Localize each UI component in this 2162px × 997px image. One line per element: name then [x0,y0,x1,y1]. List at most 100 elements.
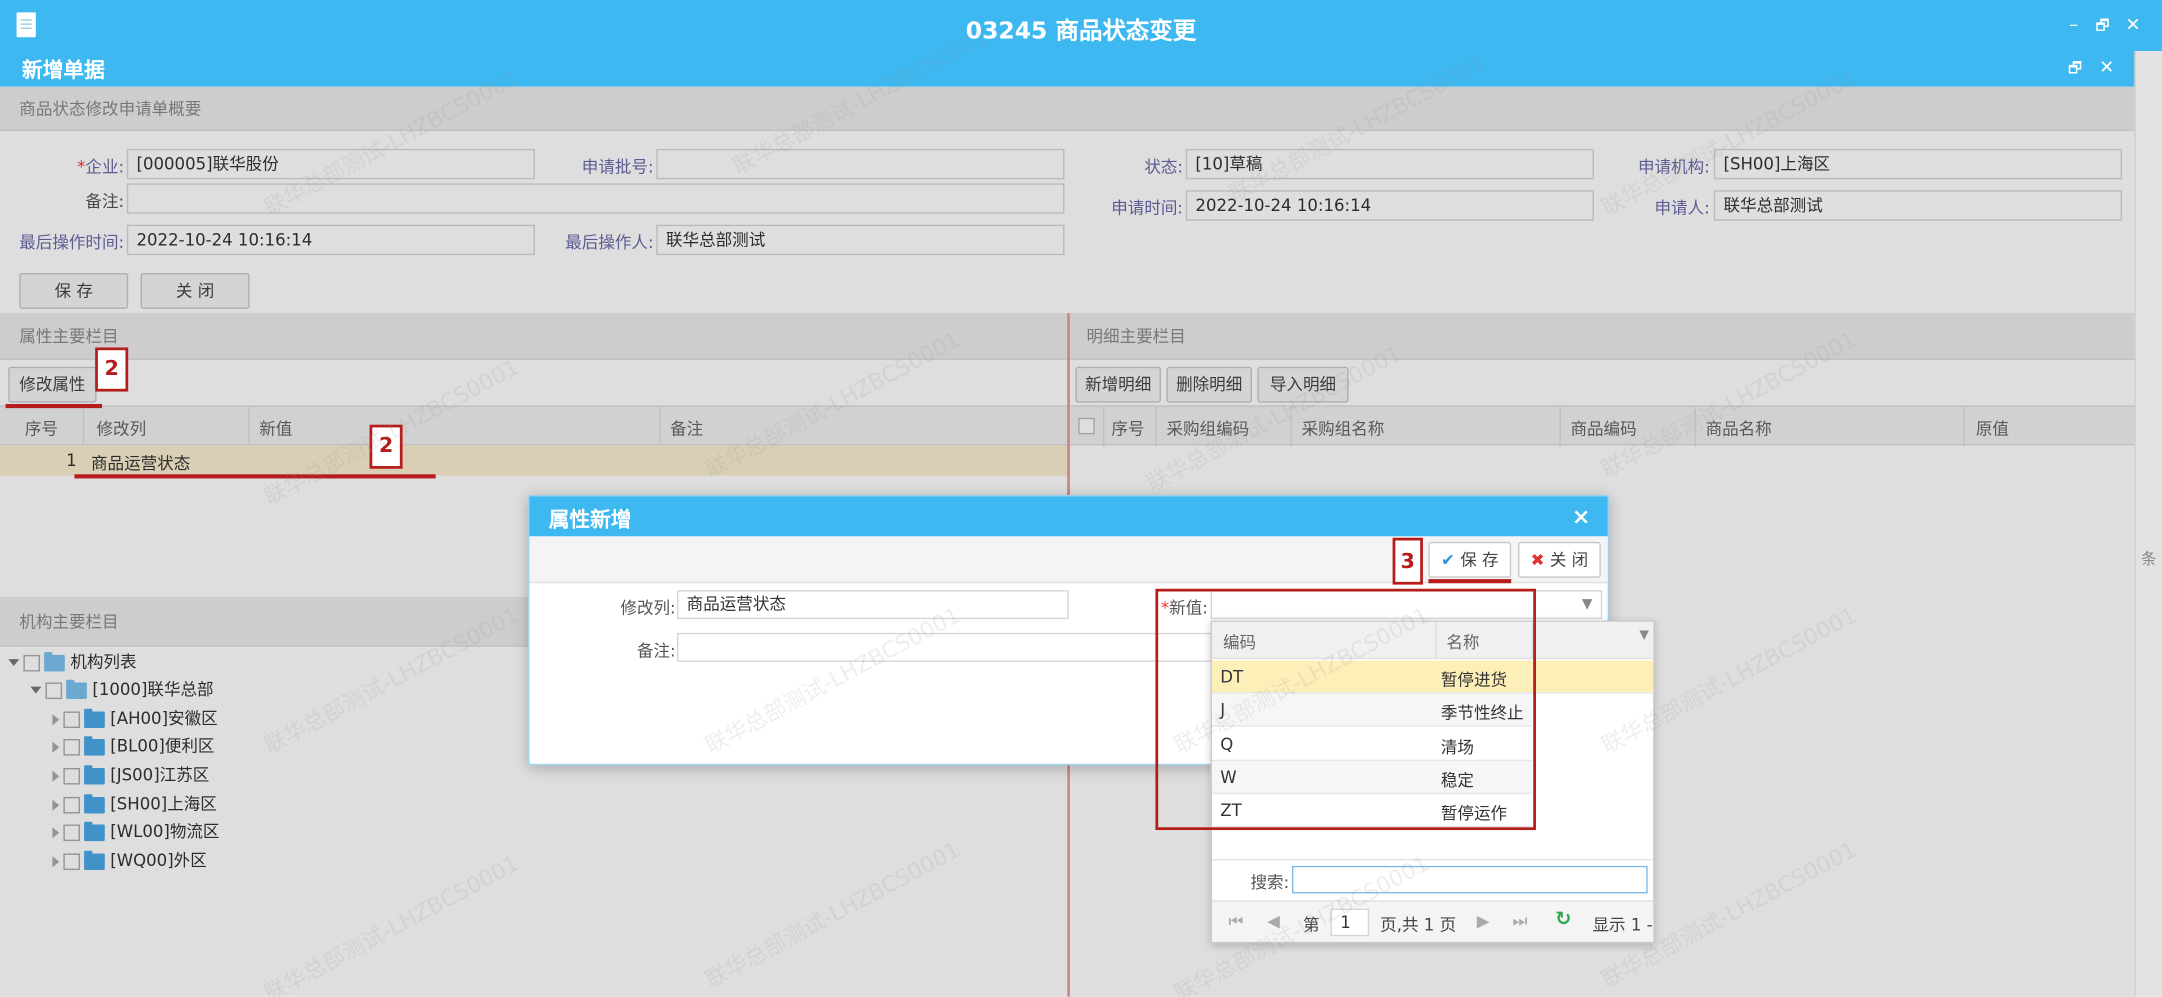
dialog-header: 属性新增 × [529,496,1608,537]
tree-node-hq[interactable]: [1000]联华总部 [30,677,214,702]
tree-item-label: [BL00]便利区 [110,736,215,756]
detail-col-goods-code: 商品编码 [1570,419,1637,439]
tree-node-ah00[interactable]: [AH00]安徽区 [52,706,218,731]
tree-item-label: [JS00]江苏区 [110,765,210,785]
attr-col-index: 序号 [24,419,58,439]
annotation-underline-modify [5,403,103,409]
tree-node-wq00[interactable]: [WQ00]外区 [52,848,207,873]
import-detail-button[interactable]: 导入明细 [1257,366,1349,403]
detail-col-group-code: 采购组编码 [1166,419,1250,439]
dialog-save-button[interactable]: ✔ 保 存 [1428,541,1512,578]
tree-root[interactable]: 机构列表 [8,649,137,674]
row-index: 1 [66,450,77,471]
dialog-close-label: 关 闭 [1549,550,1589,570]
expand-icon[interactable] [8,659,20,666]
collapse-icon[interactable] [52,855,60,867]
row-column: 商品运营状态 [91,453,191,473]
last-op-user-label: 最后操作人: [565,233,654,253]
collapse-icon[interactable] [52,799,60,811]
tree-checkbox[interactable] [63,738,80,755]
annotation-box-dropdown [1155,588,1536,831]
dropdown-search-input[interactable] [1291,865,1648,894]
form-titlebar: 新增单据 🗗 ✕ [0,51,2135,87]
org-field[interactable]: [SH00]上海区 [1713,148,2122,180]
detail-col-original: 原值 [1975,419,2009,439]
apply-time-label: 申请时间: [1111,198,1184,218]
summary-save-button[interactable]: 保 存 [19,273,129,309]
close-icon[interactable]: ✕ [2122,15,2144,37]
refresh-icon[interactable]: ↻ [1555,909,1571,931]
collapse-icon[interactable] [52,713,60,725]
add-detail-button[interactable]: 新增明细 [1075,366,1161,403]
dialog-remark-field[interactable] [676,632,1215,662]
tree-checkbox[interactable] [63,823,80,841]
apply-time-field[interactable]: 2022-10-24 10:16:14 [1185,190,1594,221]
tree-checkbox[interactable] [45,681,63,699]
table-row[interactable]: 1 商品运营状态 [0,445,1069,476]
attr-col-remark: 备注 [670,419,704,439]
batch-label: 申请批号: [581,157,654,177]
attr-col-new-value: 新值 [259,419,293,439]
form-restore-icon[interactable]: 🗗 [2064,58,2086,80]
dropdown-pager: ⏮ ◀ 第 1 页,共 1 页 ▶ ⏭ ↻ 显示 1 - [1211,900,1654,942]
annotation-badge-2a: 2 [95,347,129,392]
folder-icon [84,735,105,755]
check-icon: ✔ [1441,550,1455,570]
dialog-save-label: 保 存 [1460,550,1499,570]
prev-page-icon[interactable]: ◀ [1267,911,1280,930]
dialog-remark-label: 备注: [636,641,676,661]
dialog-close-button[interactable]: ✖ 关 闭 [1518,541,1601,578]
tree-node-sh00[interactable]: [SH00]上海区 [52,791,217,816]
folder-icon [84,764,105,784]
last-page-icon[interactable]: ⏭ [1513,911,1528,932]
collapse-icon[interactable] [52,741,60,753]
org-label: 申请机构: [1637,157,1710,177]
modify-col-field[interactable]: 商品运营状态 [676,590,1069,620]
modify-attr-button[interactable]: 修改属性 [8,366,97,403]
last-op-user-field[interactable]: 联华总部测试 [656,224,1065,256]
company-field[interactable]: [000005]联华股份 [126,148,535,180]
status-label: 状态: [1144,157,1184,177]
last-op-time-field[interactable]: 2022-10-24 10:16:14 [126,224,535,256]
column-menu-icon[interactable]: ▼ [1639,629,1649,643]
delete-detail-button[interactable]: 删除明细 [1166,366,1252,403]
page-number-input[interactable]: 1 [1330,908,1370,937]
attr-grid-header: 序号 修改列 新值 备注 [0,405,1069,447]
applicant-label: 申请人: [1654,198,1710,218]
modify-col-label: 修改列: [620,598,676,618]
folder-icon [84,850,105,870]
tree-node-wl00[interactable]: [WL00]物流区 [52,819,219,844]
batch-field[interactable] [656,148,1065,180]
chevron-down-icon[interactable]: ▼ [1582,592,1593,618]
display-info: 显示 1 - [1592,915,1653,935]
select-all-checkbox[interactable] [1078,417,1095,435]
collapse-icon[interactable] [52,826,60,838]
first-page-icon[interactable]: ⏮ [1229,911,1244,932]
window-titlebar: 03245 商品状态变更 – 🗗 ✕ [0,0,2162,52]
tree-checkbox[interactable] [63,852,80,870]
folder-icon [84,708,105,728]
restore-icon[interactable]: 🗗 [2092,15,2114,37]
summary-close-button[interactable]: 关 闭 [140,273,250,309]
tree-checkbox[interactable] [63,767,80,784]
tree-checkbox[interactable] [63,710,80,728]
collapse-icon[interactable] [52,770,60,782]
tree-item-label: [WL00]物流区 [110,821,220,842]
minimize-icon[interactable]: – [2063,15,2085,37]
next-page-icon[interactable]: ▶ [1477,911,1490,930]
remark-field[interactable] [126,183,1065,214]
right-scroll-strip: 条 [2134,51,2162,997]
applicant-field[interactable]: 联华总部测试 [1713,190,2122,221]
expand-icon[interactable] [30,686,42,694]
annotation-badge-3: 3 [1392,537,1423,585]
search-label: 搜索: [1250,872,1290,893]
tree-checkbox[interactable] [63,796,80,813]
tree-checkbox[interactable] [23,654,40,671]
dialog-close-icon[interactable]: × [1572,503,1590,529]
annotation-underline-save [1428,579,1512,584]
status-field[interactable]: [10]草稿 [1185,148,1594,180]
tree-node-bl00[interactable]: [BL00]便利区 [52,734,214,759]
tree-item-label: [SH00]上海区 [110,794,217,814]
tree-node-js00[interactable]: [JS00]江苏区 [52,762,209,787]
form-close-icon[interactable]: ✕ [2096,58,2118,80]
